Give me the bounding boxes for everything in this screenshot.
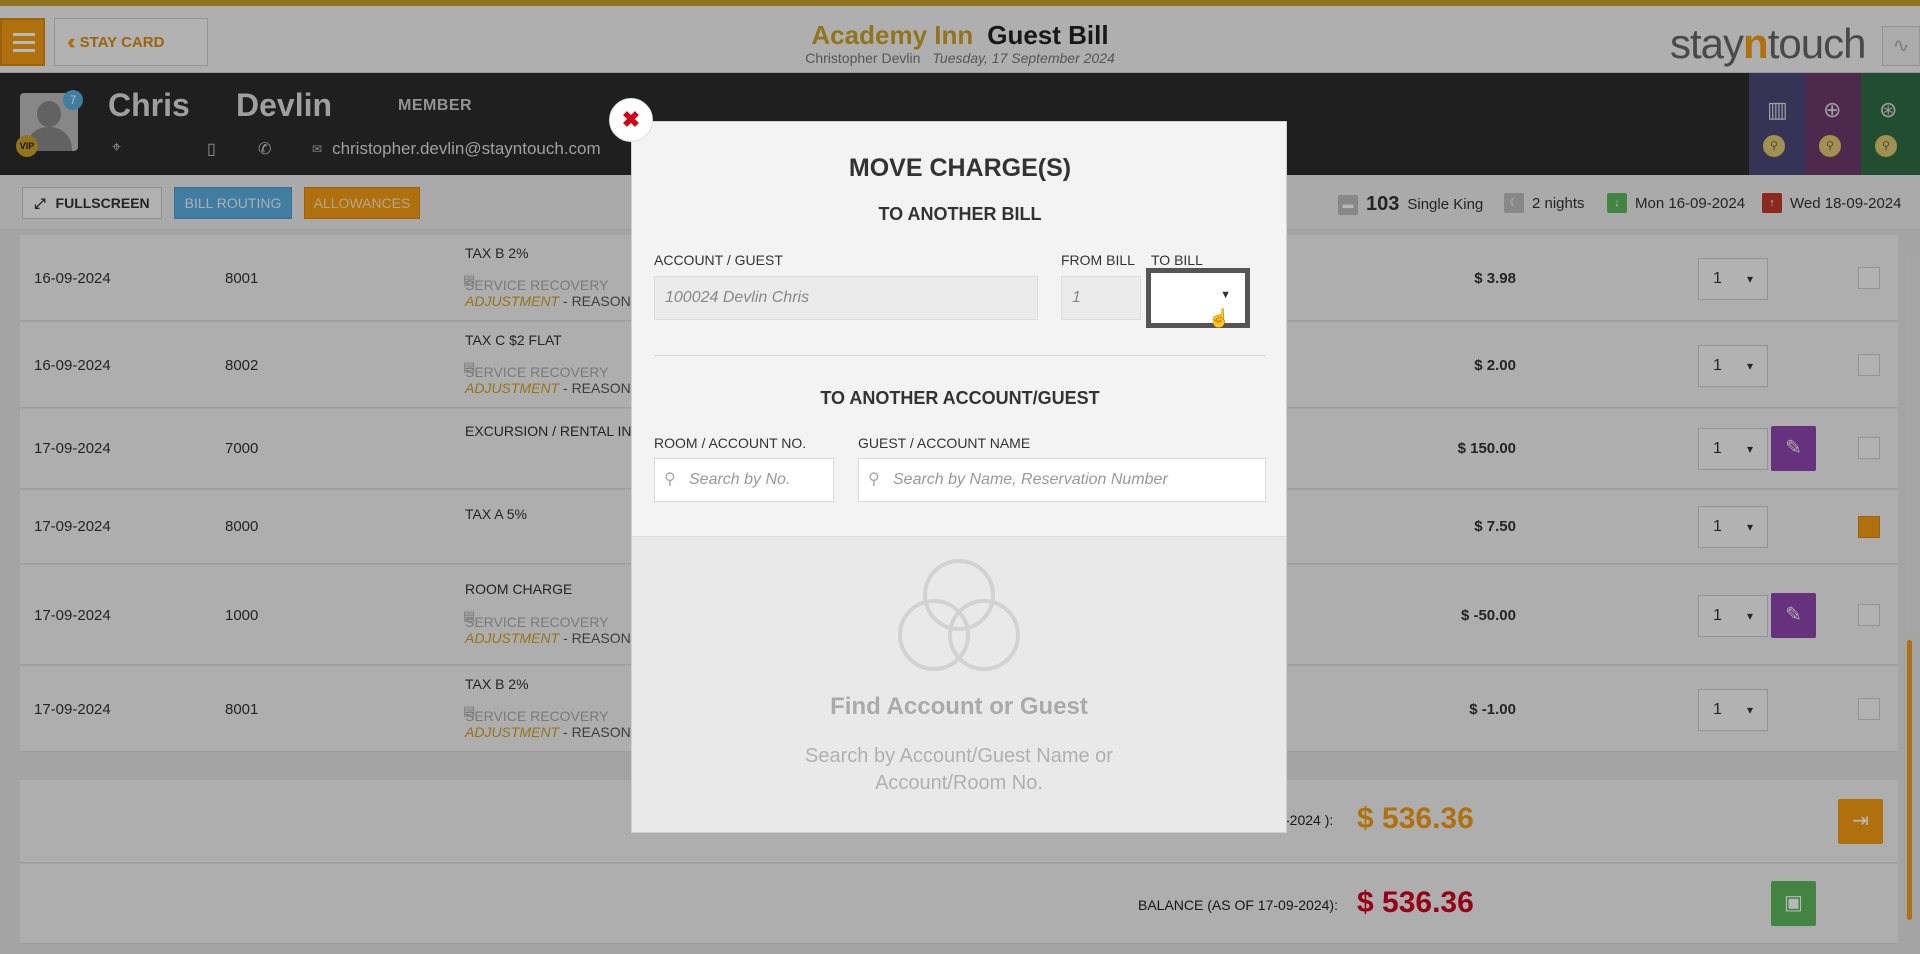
from-bill-field: 1 xyxy=(1061,276,1141,320)
rings-icon xyxy=(894,559,1024,679)
from-bill-label: FROM BILL xyxy=(1061,252,1135,268)
guest-search-input[interactable]: ⚲ Search by Name, Reservation Number xyxy=(858,458,1266,502)
dropdown-arrow-icon: ▼ xyxy=(1220,289,1231,301)
room-account-label: ROOM / ACCOUNT NO. xyxy=(654,435,807,451)
divider xyxy=(654,355,1266,356)
room-search-input[interactable]: ⚲ Search by No. xyxy=(654,458,834,502)
search-icon: ⚲ xyxy=(868,471,880,488)
section-another-bill: TO ANOTHER BILL xyxy=(878,204,1042,224)
section-another-account: TO ANOTHER ACCOUNT/GUEST xyxy=(820,388,1100,408)
to-bill-select[interactable]: ▼ xyxy=(1146,268,1250,328)
guest-account-label: GUEST / ACCOUNT NAME xyxy=(858,435,1031,451)
move-charges-dialog: MOVE CHARGE(S) TO ANOTHER BILL ACCOUNT /… xyxy=(631,121,1287,833)
account-guest-field: 100024 Devlin Chris xyxy=(654,276,1038,320)
search-icon: ⚲ xyxy=(664,471,676,488)
to-bill-label: TO BILL xyxy=(1151,252,1203,268)
close-dialog-button[interactable]: ✖ xyxy=(609,98,653,142)
dialog-title: MOVE CHARGE(S) xyxy=(848,154,1072,182)
account-guest-label: ACCOUNT / GUEST xyxy=(654,252,783,268)
empty-state-title: Find Account or Guest xyxy=(830,693,1088,720)
search-empty-state: Find Account or Guest Search by Account/… xyxy=(632,536,1286,832)
empty-state-description: Search by Account/Guest Name or Account/… xyxy=(805,745,1113,794)
hand-cursor-icon: ☝ xyxy=(1208,308,1231,328)
